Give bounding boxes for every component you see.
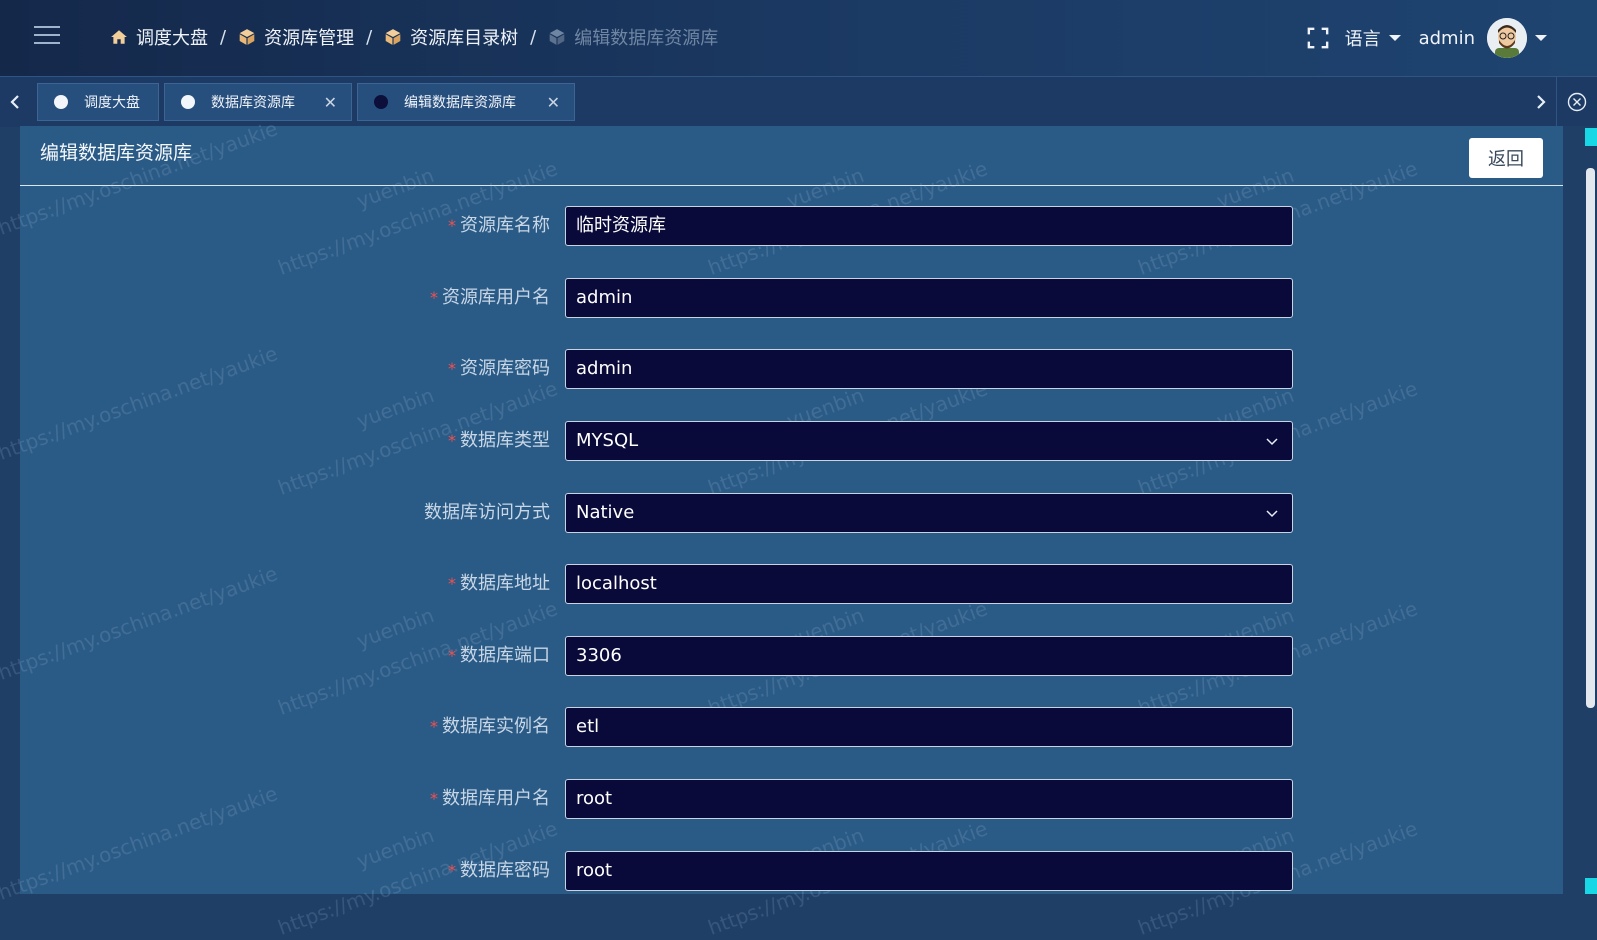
form-row-db-access: 数据库访问方式 Native	[20, 493, 1563, 533]
language-dropdown[interactable]: 语言	[1345, 25, 1381, 51]
username[interactable]: admin	[1419, 28, 1475, 49]
breadcrumb: 调度大盘 / 资源库管理 / 资源库目录树 / 编辑数据库资源库	[110, 24, 718, 50]
tabs-scroll-right-icon[interactable]	[1526, 77, 1556, 127]
required-mark: *	[448, 216, 456, 235]
close-icon[interactable]: ✕	[547, 93, 560, 112]
fullscreen-icon[interactable]	[1307, 27, 1329, 49]
db-username-input[interactable]: root	[565, 779, 1293, 819]
required-mark: *	[448, 574, 456, 593]
db-access-method-select[interactable]: Native	[565, 493, 1293, 533]
db-type-select[interactable]: MYSQL	[565, 421, 1293, 461]
required-mark: *	[430, 789, 438, 808]
back-button[interactable]: 返回	[1469, 138, 1543, 178]
field-label: * 数据库密码	[448, 860, 550, 881]
field-label: * 资源库用户名	[430, 287, 550, 308]
scroll-indicator	[1585, 128, 1597, 146]
field-label: * 数据库用户名	[430, 788, 550, 809]
form-row-db-username: * 数据库用户名 root	[20, 779, 1563, 819]
repo-username-input[interactable]: admin	[565, 278, 1293, 318]
form-row-db-instance: * 数据库实例名 etl	[20, 707, 1563, 747]
required-mark: *	[430, 288, 438, 307]
required-mark: *	[448, 359, 456, 378]
breadcrumb-separator: /	[366, 26, 373, 48]
scroll-indicator	[1585, 878, 1597, 894]
form-row-db-password: * 数据库密码 root	[20, 851, 1563, 891]
cube-icon	[549, 29, 565, 45]
tab-status-dot	[374, 95, 388, 109]
tab-label: 调度大盘	[84, 95, 140, 111]
close-all-tabs-icon[interactable]	[1556, 77, 1597, 127]
avatar[interactable]	[1487, 18, 1527, 58]
breadcrumb-item-edit-db-repo: 编辑数据库资源库	[548, 24, 718, 50]
required-mark: *	[448, 646, 456, 665]
chevron-down-icon	[1266, 438, 1278, 446]
home-icon	[111, 30, 127, 44]
select-value: MYSQL	[576, 430, 639, 451]
form-row-db-port: * 数据库端口 3306	[20, 636, 1563, 676]
repo-password-input[interactable]: admin	[565, 349, 1293, 389]
form-row-db-host: * 数据库地址 localhost	[20, 564, 1563, 604]
breadcrumb-item-repo-tree[interactable]: 资源库目录树	[384, 24, 518, 50]
cube-icon	[239, 29, 255, 45]
required-mark: *	[448, 431, 456, 450]
form-row-repo-name: * 资源库名称 临时资源库	[20, 206, 1563, 246]
breadcrumb-item-repo-management[interactable]: 资源库管理	[238, 24, 354, 50]
caret-down-icon[interactable]	[1388, 35, 1401, 41]
header-actions: 语言 admin	[1307, 18, 1547, 58]
required-mark: *	[430, 717, 438, 736]
form-row-db-type: * 数据库类型 MYSQL	[20, 421, 1563, 461]
repo-name-input[interactable]: 临时资源库	[565, 206, 1293, 246]
tabs-scroll-left-icon[interactable]	[0, 77, 30, 127]
field-label: * 数据库实例名	[430, 716, 550, 737]
tab-status-dot	[181, 95, 195, 109]
breadcrumb-label: 编辑数据库资源库	[574, 28, 719, 49]
field-label: 数据库访问方式	[424, 502, 550, 523]
breadcrumb-separator: /	[530, 26, 537, 48]
field-label: * 资源库名称	[448, 215, 550, 236]
field-label: * 数据库端口	[448, 645, 550, 666]
field-label: * 资源库密码	[448, 358, 550, 379]
tabs-bar: 调度大盘 数据库资源库 ✕ 编辑数据库资源库 ✕	[0, 76, 1597, 127]
db-host-input[interactable]: localhost	[565, 564, 1293, 604]
breadcrumb-label: 调度大盘	[136, 28, 208, 49]
field-label: * 数据库类型	[448, 430, 550, 451]
required-mark: *	[448, 861, 456, 880]
field-label: * 数据库地址	[448, 573, 550, 594]
tab-status-dot	[54, 95, 68, 109]
tab-dashboard[interactable]: 调度大盘	[37, 83, 159, 121]
divider	[20, 185, 1563, 186]
tab-label: 数据库资源库	[211, 95, 295, 111]
tab-edit-db-repo[interactable]: 编辑数据库资源库 ✕	[357, 83, 575, 121]
db-instance-input[interactable]: etl	[565, 707, 1293, 747]
breadcrumb-item-dashboard[interactable]: 调度大盘	[110, 24, 208, 50]
form-row-repo-username: * 资源库用户名 admin	[20, 278, 1563, 318]
menu-toggle-icon[interactable]	[34, 26, 60, 46]
db-password-input[interactable]: root	[565, 851, 1293, 891]
close-icon[interactable]: ✕	[324, 93, 337, 112]
chevron-down-icon	[1266, 510, 1278, 518]
breadcrumb-separator: /	[220, 26, 227, 48]
db-port-input[interactable]: 3306	[565, 636, 1293, 676]
scrollbar-thumb[interactable]	[1586, 168, 1595, 708]
breadcrumb-label: 资源库目录树	[410, 28, 519, 49]
breadcrumb-label: 资源库管理	[264, 28, 355, 49]
form-row-repo-password: * 资源库密码 admin	[20, 349, 1563, 389]
top-header: 调度大盘 / 资源库管理 / 资源库目录树 / 编辑数据库资源库 语言 admi…	[0, 0, 1597, 76]
tab-label: 编辑数据库资源库	[404, 95, 516, 111]
page-title: 编辑数据库资源库	[40, 142, 193, 164]
cube-icon	[385, 29, 401, 45]
user-avatar-icon	[1487, 18, 1527, 58]
caret-down-icon[interactable]	[1535, 35, 1547, 41]
edit-form-panel: 编辑数据库资源库 返回 https://my.oschina.net/yauki…	[0, 116, 1563, 940]
tab-db-repo[interactable]: 数据库资源库 ✕	[164, 83, 352, 121]
select-value: Native	[576, 502, 635, 523]
